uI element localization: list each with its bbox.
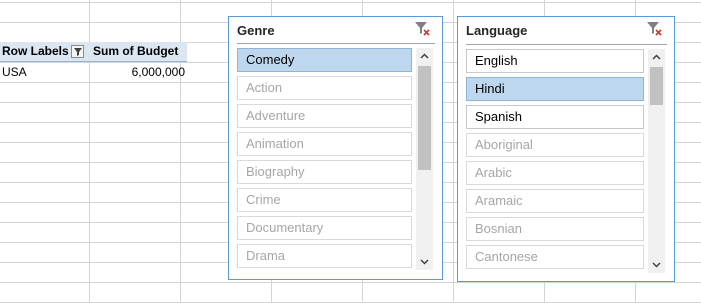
- slicer-item-crime[interactable]: Crime: [237, 188, 412, 212]
- row-label-cell[interactable]: USA: [0, 62, 91, 82]
- slicer-item-hindi[interactable]: Hindi: [466, 77, 644, 101]
- table-row[interactable]: USA 6,000,000: [0, 62, 187, 82]
- slicer-item-documentary[interactable]: Documentary: [237, 216, 412, 240]
- slicer-item-spanish[interactable]: Spanish: [466, 105, 644, 129]
- slicer-item-label: Cantonese: [475, 249, 538, 264]
- slicer-item-drama[interactable]: Drama: [237, 244, 412, 268]
- chevron-down-icon[interactable]: [648, 257, 665, 273]
- slicer-item-label: Aboriginal: [475, 137, 533, 152]
- language-slicer[interactable]: Language English Hindi Spanish Aborigina…: [457, 16, 675, 282]
- slicer-item-label: Action: [246, 80, 283, 95]
- slicer-item-label: Biography: [246, 164, 305, 179]
- slicer-item-aramaic[interactable]: Aramaic: [466, 189, 644, 213]
- title-divider: [466, 44, 667, 45]
- slicer-item-label: English: [475, 53, 518, 68]
- genre-slicer[interactable]: Genre Comedy Action Adventure Animation …: [228, 16, 443, 280]
- slicer-item-biography[interactable]: Biography: [237, 160, 412, 184]
- row-labels-header[interactable]: Row Labels: [0, 42, 91, 61]
- clear-filter-icon[interactable]: [413, 20, 431, 38]
- slicer-item-label: Drama: [246, 248, 286, 263]
- chevron-up-icon[interactable]: [648, 49, 665, 65]
- language-slicer-title: Language: [466, 23, 528, 38]
- slicer-item-label: Spanish: [475, 109, 522, 124]
- budget-value-cell[interactable]: 6,000,000: [91, 62, 187, 82]
- pivot-table: Row Labels Sum of Budget USA 6,000,000: [0, 42, 187, 82]
- slicer-item-arabic[interactable]: Arabic: [466, 161, 644, 185]
- slicer-item-label: Adventure: [246, 108, 306, 123]
- slicer-item-label: Aramaic: [475, 193, 523, 208]
- slicer-item-label: Bosnian: [475, 221, 522, 236]
- title-divider: [237, 43, 435, 44]
- pivot-header-row: Row Labels Sum of Budget: [0, 42, 187, 62]
- slicer-item-bosnian[interactable]: Bosnian: [466, 217, 644, 241]
- slicer-item-label: Animation: [246, 136, 304, 151]
- scroll-thumb[interactable]: [418, 66, 431, 170]
- slicer-item-adventure[interactable]: Adventure: [237, 104, 412, 128]
- filter-dropdown-icon[interactable]: [70, 45, 84, 58]
- language-scrollbar[interactable]: [648, 49, 665, 273]
- row-labels-text: Row Labels: [2, 44, 69, 58]
- slicer-item-aboriginal[interactable]: Aboriginal: [466, 133, 644, 157]
- slicer-item-label: Comedy: [246, 52, 295, 67]
- scroll-thumb[interactable]: [650, 67, 663, 105]
- clear-filter-icon[interactable]: [645, 20, 663, 38]
- genre-scrollbar[interactable]: [416, 48, 433, 270]
- slicer-item-label: Documentary: [246, 220, 324, 235]
- sum-of-budget-header[interactable]: Sum of Budget: [91, 42, 187, 61]
- chevron-down-icon[interactable]: [416, 254, 433, 270]
- chevron-up-icon[interactable]: [416, 48, 433, 64]
- slicer-item-english[interactable]: English: [466, 49, 644, 73]
- slicer-item-comedy[interactable]: Comedy: [237, 48, 412, 72]
- slicer-item-label: Crime: [246, 192, 281, 207]
- slicer-item-action[interactable]: Action: [237, 76, 412, 100]
- slicer-item-animation[interactable]: Animation: [237, 132, 412, 156]
- genre-slicer-title: Genre: [237, 23, 275, 38]
- slicer-item-label: Arabic: [475, 165, 512, 180]
- slicer-item-label: Hindi: [475, 81, 505, 96]
- slicer-item-cantonese[interactable]: Cantonese: [466, 245, 644, 269]
